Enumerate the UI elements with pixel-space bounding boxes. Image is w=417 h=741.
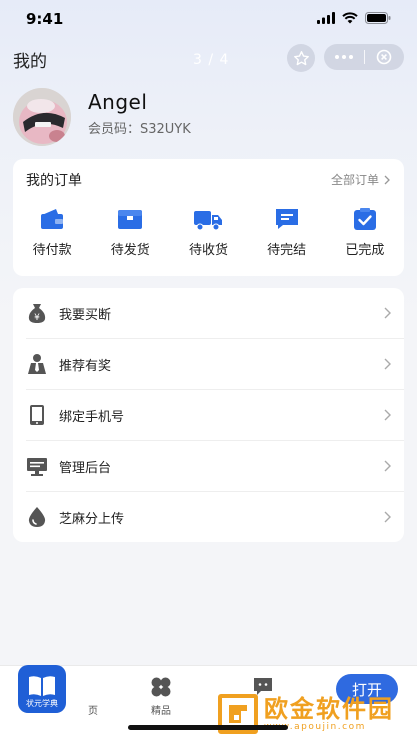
chevron-right-icon bbox=[384, 409, 391, 421]
chevron-right-icon bbox=[384, 175, 390, 184]
app-badge[interactable]: 状元学典 bbox=[18, 665, 66, 713]
menu-item-label: 绑定手机号 bbox=[59, 410, 125, 425]
app-badge-label: 状元学典 bbox=[26, 699, 58, 708]
checklist-icon bbox=[353, 208, 376, 230]
box-icon bbox=[118, 210, 143, 229]
close-icon bbox=[376, 49, 392, 65]
tab-featured-label: 精品 bbox=[151, 706, 171, 717]
battery-icon bbox=[365, 12, 391, 24]
book-icon bbox=[29, 676, 55, 696]
drop-icon bbox=[28, 507, 46, 527]
page-title: 我的 bbox=[13, 52, 47, 72]
order-status-row: 待付款 待发货 待收货 待完结 已完成 bbox=[13, 207, 404, 258]
status-icons bbox=[317, 12, 391, 24]
avatar[interactable] bbox=[13, 88, 71, 146]
page-indicator: 3 / 4 bbox=[193, 52, 230, 68]
menu-item-referral[interactable]: 推荐有奖 bbox=[13, 339, 404, 390]
wifi-icon bbox=[342, 12, 358, 24]
menu-item-label: 管理后台 bbox=[59, 461, 112, 476]
menu-item-label: 我要买断 bbox=[59, 308, 112, 323]
all-orders-label: 全部订单 bbox=[330, 173, 379, 187]
menu-item-sesame-upload[interactable]: 芝麻分上传 bbox=[13, 492, 404, 543]
menu-item-label: 芝麻分上传 bbox=[59, 512, 125, 527]
message-icon bbox=[275, 209, 298, 229]
more-icon bbox=[334, 55, 353, 59]
chevron-right-icon bbox=[384, 307, 391, 319]
menu-item-buyout[interactable]: ¥ 我要买断 bbox=[13, 288, 404, 339]
watermark: 欧金软件园 www.apoujin.com bbox=[218, 690, 414, 738]
user-name: Angel bbox=[88, 90, 148, 114]
status-time: 9:41 bbox=[26, 10, 64, 28]
close-button[interactable] bbox=[364, 44, 404, 70]
star-icon bbox=[293, 50, 309, 65]
menu-item-admin[interactable]: 管理后台 bbox=[13, 441, 404, 492]
order-status-label: 已完成 bbox=[345, 243, 385, 258]
monitor-icon bbox=[27, 458, 47, 476]
truck-icon bbox=[194, 211, 223, 231]
tab-featured[interactable]: 精品 bbox=[131, 676, 191, 717]
order-status-label: 待发货 bbox=[110, 243, 150, 258]
orders-header: 我的订单 bbox=[26, 173, 82, 189]
person-icon bbox=[28, 354, 46, 374]
menu-item-label: 推荐有奖 bbox=[59, 359, 112, 374]
chevron-right-icon bbox=[384, 511, 391, 523]
signal-icon bbox=[317, 12, 335, 24]
member-code: 会员码：S32UYK bbox=[88, 122, 191, 137]
watermark-name: 欧金软件园 bbox=[264, 695, 394, 723]
order-status-pending-payment[interactable]: 待付款 bbox=[13, 207, 91, 258]
tab-home-label: 页 bbox=[88, 706, 98, 717]
helmet-avatar-icon bbox=[13, 88, 71, 146]
all-orders-link[interactable]: 全部订单 bbox=[331, 171, 390, 188]
menu-card: ¥ 我要买断 推荐有奖 绑定手机号 管理后台 芝麻分上传 bbox=[13, 288, 404, 542]
order-status-label: 待付款 bbox=[32, 243, 72, 258]
chevron-right-icon bbox=[384, 358, 391, 370]
phone-icon bbox=[30, 405, 44, 425]
clover-icon bbox=[151, 677, 171, 697]
wallet-icon bbox=[41, 209, 64, 229]
more-button[interactable] bbox=[324, 44, 364, 70]
home-indicator bbox=[128, 725, 288, 730]
favorite-button[interactable] bbox=[287, 44, 315, 72]
order-status-label: 待收货 bbox=[188, 243, 228, 258]
chevron-right-icon bbox=[384, 460, 391, 472]
mini-program-capsule bbox=[324, 44, 404, 70]
svg-text:¥: ¥ bbox=[34, 313, 40, 323]
menu-item-bind-phone[interactable]: 绑定手机号 bbox=[13, 390, 404, 441]
orders-card: 我的订单 全部订单 待付款 待发货 待收货 待完结 已完成 bbox=[13, 159, 404, 276]
order-status-pending-receipt[interactable]: 待收货 bbox=[169, 207, 247, 258]
order-status-completed[interactable]: 已完成 bbox=[326, 207, 404, 258]
money-bag-icon: ¥ bbox=[28, 304, 46, 323]
order-status-label: 待完结 bbox=[267, 243, 307, 258]
order-status-pending-shipment[interactable]: 待发货 bbox=[91, 207, 169, 258]
order-status-pending-completion[interactable]: 待完结 bbox=[248, 207, 326, 258]
status-bar: 9:41 bbox=[0, 0, 417, 40]
